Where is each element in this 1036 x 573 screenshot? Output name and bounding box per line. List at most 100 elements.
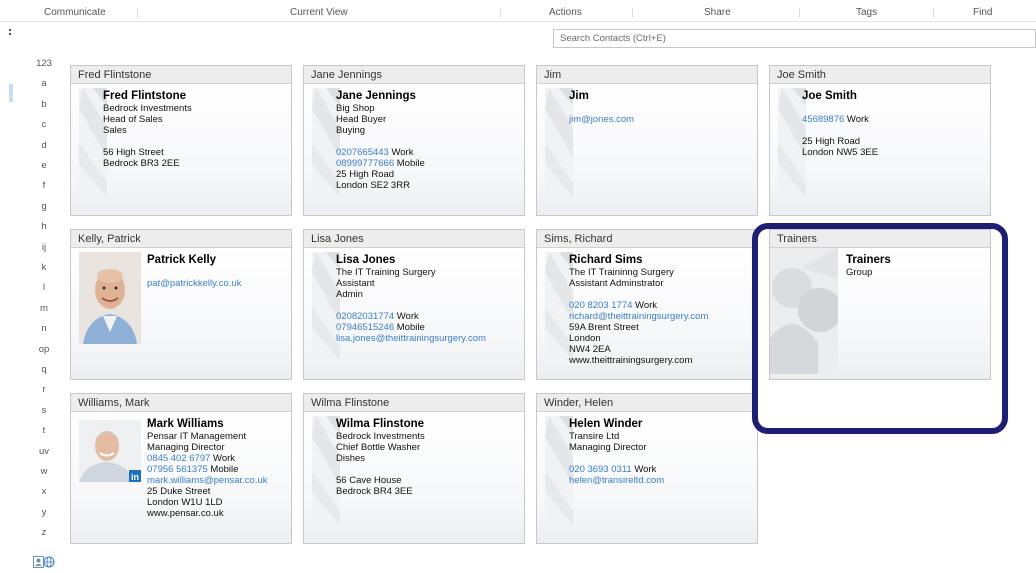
contact-detail-line: 0207665443 Work xyxy=(336,147,518,158)
contact-card-header[interactable]: Sims, Richard xyxy=(537,230,757,248)
contact-link-type: Work xyxy=(632,300,658,311)
ribbon-group-find: Find xyxy=(973,7,993,18)
index-letter-e[interactable]: e xyxy=(30,160,58,171)
contact-link[interactable]: 07956 561375 xyxy=(147,464,208,475)
contact-card[interactable]: Jane Jennings Jane Jennings Big Shop Head B… xyxy=(303,65,525,216)
contact-detail-line: Managing Director xyxy=(569,442,647,453)
contact-link[interactable]: 020 8203 1774 xyxy=(569,300,632,311)
contact-card[interactable]: Lisa Jones Lisa Jones The IT Training Surg… xyxy=(303,229,525,380)
contact-card-header[interactable]: Trainers xyxy=(770,230,990,248)
index-letter-uv[interactable]: uv xyxy=(30,446,58,457)
contact-link[interactable]: jim@jones.com xyxy=(569,114,634,125)
contact-detail-line: Pensar IT Management xyxy=(147,431,247,442)
contact-card[interactable]: Jim Jim jim@jones.com xyxy=(536,65,758,216)
contact-link[interactable]: 02082031774 xyxy=(336,311,394,322)
index-letter-t[interactable]: t xyxy=(30,425,58,436)
ribbon-group-tags: Tags xyxy=(856,7,878,18)
pane-resize-handle[interactable] xyxy=(9,29,11,37)
contact-details: Mark Williams Pensar IT Management Managin… xyxy=(147,418,285,519)
index-letter-y[interactable]: y xyxy=(30,507,58,518)
ribbon-separator xyxy=(500,8,501,18)
contact-card[interactable]: Williams, Mark in Mark Williams Pensar IT M… xyxy=(70,393,292,544)
index-letter-m[interactable]: m xyxy=(30,303,58,314)
contact-card-header[interactable]: Joe Smith xyxy=(770,66,990,84)
people-globe-icon[interactable] xyxy=(33,555,55,569)
search-contacts-box[interactable] xyxy=(553,29,1036,48)
contact-detail-line: Head Buyer xyxy=(336,114,387,125)
line-spacer xyxy=(569,103,751,114)
contact-detail-line: 07956 561375 Mobile xyxy=(147,464,285,475)
search-contacts-input[interactable] xyxy=(554,30,1035,47)
index-letter-b[interactable]: b xyxy=(30,99,58,110)
index-letter-x[interactable]: x xyxy=(30,486,58,497)
contact-detail-line: 25 High Road xyxy=(336,169,395,180)
index-letter-q[interactable]: q xyxy=(30,364,58,375)
ribbon-separator xyxy=(799,8,800,18)
index-letter-op[interactable]: op xyxy=(30,344,58,355)
contact-name: Joe Smith xyxy=(802,90,857,102)
index-letter-s[interactable]: s xyxy=(30,405,58,416)
index-letter-h[interactable]: h xyxy=(30,221,58,232)
contact-detail-line: Managing Director xyxy=(147,442,225,453)
contact-detail-line: 0845 402 6797 Work xyxy=(147,453,285,464)
contact-details: Richard Sims The IT Traininng Surgery Assi… xyxy=(569,254,751,366)
contact-card[interactable]: Trainers Trainers Group xyxy=(769,229,991,380)
contact-link[interactable]: richard@theittrainingsurgery.com xyxy=(569,311,708,322)
contact-link-type: Mobile xyxy=(394,322,425,333)
index-letter-r[interactable]: r xyxy=(30,384,58,395)
contact-details: Trainers Group xyxy=(846,254,984,278)
index-letter-k[interactable]: k xyxy=(30,262,58,273)
contact-link[interactable]: helen@transireltd.com xyxy=(569,475,664,486)
contact-card-header[interactable]: Wilma Flinstone xyxy=(304,394,524,412)
contact-detail-line: Dishes xyxy=(336,453,366,464)
index-letter-123[interactable]: 123 xyxy=(30,58,58,69)
contact-details: Patrick Kelly pat@patrickkelly.co.uk xyxy=(147,254,285,289)
contact-name: Wilma Flinstone xyxy=(336,418,425,430)
contact-link-type: Work xyxy=(394,311,419,322)
index-letter-z[interactable]: z xyxy=(30,527,58,538)
contact-card[interactable]: Sims, Richard Richard Sims The IT Traininn… xyxy=(536,229,758,380)
contact-card-body: in Mark Williams Pensar IT Management Manag… xyxy=(71,412,291,543)
contact-detail-line: 07946515246 Mobile xyxy=(336,322,518,333)
line-spacer xyxy=(569,453,751,464)
index-letter-d[interactable]: d xyxy=(30,140,58,151)
contact-card[interactable]: Kelly, Patrick Patrick Kelly pat@patrickke… xyxy=(70,229,292,380)
index-letter-g[interactable]: g xyxy=(30,201,58,212)
contact-details: Joe Smith 45689876 Work 25 High Road London… xyxy=(802,90,984,158)
contact-card-header[interactable]: Jane Jennings xyxy=(304,66,524,84)
index-letter-w[interactable]: w xyxy=(30,466,58,477)
contact-link[interactable]: lisa.jones@theittrainingsurgery.com xyxy=(336,333,486,344)
contact-card[interactable]: Joe Smith Joe Smith 45689876 Work 25 High R… xyxy=(769,65,991,216)
contact-link[interactable]: 0845 402 6797 xyxy=(147,453,210,464)
index-letter-f[interactable]: f xyxy=(30,180,58,191)
contact-link[interactable]: mark.williams@pensar.co.uk xyxy=(147,475,268,486)
contact-link-type: Work xyxy=(388,147,414,158)
contact-detail-line: helen@transireltd.com xyxy=(569,475,751,486)
contact-card-header[interactable]: Winder, Helen xyxy=(537,394,757,412)
contact-card-header[interactable]: Kelly, Patrick xyxy=(71,230,291,248)
contact-name: Jim xyxy=(569,90,589,102)
contact-card[interactable]: Wilma Flinstone Wilma Flinstone Bedrock In… xyxy=(303,393,525,544)
contact-name: Patrick Kelly xyxy=(147,254,217,266)
index-letter-n[interactable]: n xyxy=(30,323,58,334)
contact-card-header[interactable]: Fred Flintstone xyxy=(71,66,291,84)
contact-card-header[interactable]: Lisa Jones xyxy=(304,230,524,248)
contact-link[interactable]: 08999777666 xyxy=(336,158,394,169)
contact-detail-line: London W1U 1LD xyxy=(147,497,223,508)
index-letter-c[interactable]: c xyxy=(30,119,58,130)
contact-link[interactable]: 07946515246 xyxy=(336,322,394,333)
index-letter-l[interactable]: l xyxy=(30,282,58,293)
contact-card-body: Jim jim@jones.com xyxy=(537,84,757,215)
selected-index-marker xyxy=(9,84,13,102)
contact-detail-line: 56 High Street xyxy=(103,147,164,158)
contact-link[interactable]: 0207665443 xyxy=(336,147,389,158)
contact-card[interactable]: Winder, Helen Helen Winder Transire Ltd Man… xyxy=(536,393,758,544)
contact-link[interactable]: pat@patrickkelly.co.uk xyxy=(147,278,241,289)
contact-card-header[interactable]: Williams, Mark xyxy=(71,394,291,412)
contact-link[interactable]: 45689876 xyxy=(802,114,844,125)
index-letter-a[interactable]: a xyxy=(30,78,58,89)
contact-card-header[interactable]: Jim xyxy=(537,66,757,84)
contact-card[interactable]: Fred Flintstone Fred Flintstone Bedrock In… xyxy=(70,65,292,216)
contact-link[interactable]: 020 3693 0311 xyxy=(569,464,632,475)
index-letter-ij[interactable]: ij xyxy=(30,242,58,253)
